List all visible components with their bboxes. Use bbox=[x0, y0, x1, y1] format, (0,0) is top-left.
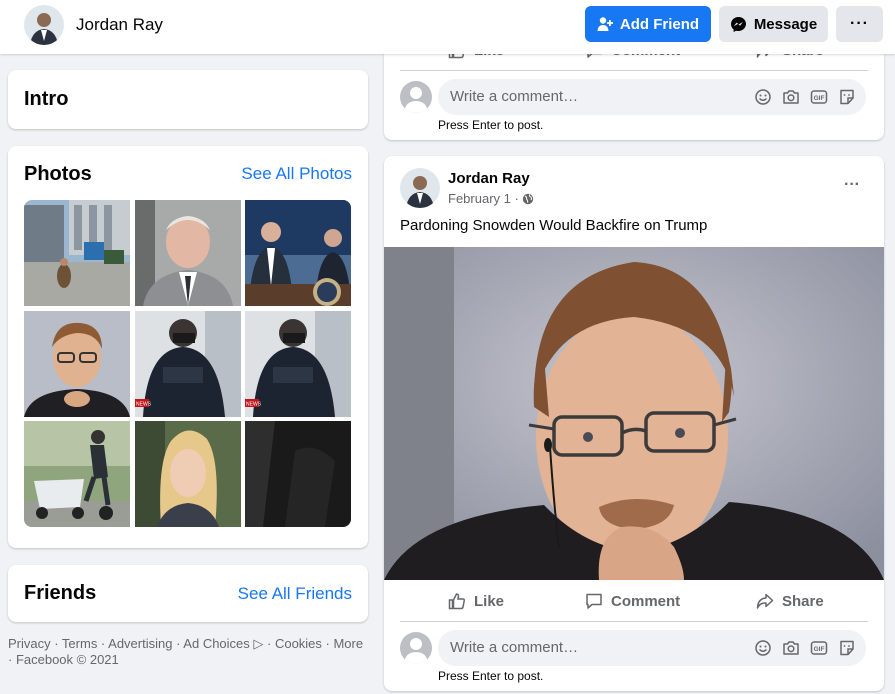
photo-thumbnail-9[interactable] bbox=[245, 421, 351, 527]
globe-icon bbox=[522, 193, 534, 205]
profile-avatar[interactable] bbox=[24, 5, 64, 45]
sticker-icon[interactable] bbox=[838, 639, 856, 657]
share-icon bbox=[756, 593, 774, 609]
emoji-icon[interactable] bbox=[754, 88, 772, 106]
sticker-icon[interactable] bbox=[838, 88, 856, 106]
see-all-photos-link[interactable]: See All Photos bbox=[241, 164, 352, 184]
photo-thumbnail-2[interactable] bbox=[135, 200, 241, 306]
post-share-button[interactable]: Share bbox=[756, 592, 824, 610]
camera-icon[interactable] bbox=[782, 88, 800, 106]
post-author-name[interactable]: Jordan Ray bbox=[448, 170, 530, 187]
photo-thumbnail-5[interactable]: NEWS bbox=[135, 311, 241, 417]
add-friend-icon bbox=[597, 17, 613, 31]
photo-thumbnail-6[interactable]: NEWS bbox=[245, 311, 351, 417]
post-like-label: Like bbox=[474, 592, 505, 610]
add-friend-button[interactable]: Add Friend bbox=[585, 6, 711, 42]
post-author-avatar[interactable] bbox=[400, 168, 440, 208]
photo-thumbnail-4[interactable] bbox=[24, 311, 130, 417]
commenter-avatar bbox=[400, 81, 432, 113]
gif-icon[interactable]: GIF bbox=[810, 639, 828, 657]
commenter-avatar bbox=[400, 632, 432, 664]
news-badge: NEWS bbox=[136, 402, 152, 408]
gif-label: GIF bbox=[814, 95, 825, 102]
profile-name: Jordan Ray bbox=[76, 15, 163, 34]
press-enter-hint: Press Enter to post. bbox=[438, 118, 544, 132]
photo-thumbnail-8[interactable] bbox=[135, 421, 241, 527]
post-comment-input[interactable]: Write a comment… GIF bbox=[438, 630, 866, 666]
add-friend-label: Add Friend bbox=[619, 15, 700, 33]
post-share-label: Share bbox=[782, 592, 824, 610]
message-button[interactable]: Message bbox=[719, 6, 828, 42]
post-card: Jordan Ray February 1 · ··· Pardoning Sn… bbox=[384, 156, 884, 691]
profile-header-bar: Jordan Ray Add Friend Message ··· bbox=[0, 0, 895, 54]
friends-title: Friends bbox=[24, 582, 97, 604]
comment-placeholder: Write a comment… bbox=[450, 88, 579, 105]
camera-icon[interactable] bbox=[782, 639, 800, 657]
photo-thumbnail-1[interactable] bbox=[24, 200, 130, 306]
like-icon bbox=[448, 593, 465, 610]
post-date[interactable]: February 1 · bbox=[448, 191, 519, 206]
comment-icon bbox=[586, 593, 602, 609]
photos-card: Photos See All Photos NEWS NEWS bbox=[8, 146, 368, 548]
comment-input[interactable]: Write a comment… GIF bbox=[438, 79, 866, 115]
photo-thumbnail-7[interactable] bbox=[24, 421, 130, 527]
footer-links[interactable]: Privacy · Terms · Advertising · Ad Choic… bbox=[8, 636, 368, 668]
post-like-button[interactable]: Like bbox=[448, 592, 504, 610]
messenger-icon bbox=[730, 16, 746, 32]
post-actions-divider bbox=[400, 621, 868, 622]
news-badge: NEWS bbox=[246, 402, 262, 408]
press-enter-hint: Press Enter to post. bbox=[438, 669, 544, 683]
comment-placeholder: Write a comment… bbox=[450, 639, 579, 656]
message-label: Message bbox=[753, 15, 818, 33]
gif-icon[interactable]: GIF bbox=[810, 88, 828, 106]
photo-thumbnail-3[interactable] bbox=[245, 200, 351, 306]
friends-card: Friends See All Friends bbox=[8, 565, 368, 622]
more-options-button[interactable]: ··· bbox=[836, 6, 883, 42]
intro-title: Intro bbox=[24, 88, 69, 110]
post-comment-button[interactable]: Comment bbox=[585, 592, 680, 610]
photos-title: Photos bbox=[24, 163, 92, 185]
post-image[interactable] bbox=[384, 247, 884, 580]
post-text: Pardoning Snowden Would Backfire on Trum… bbox=[400, 217, 708, 234]
emoji-icon[interactable] bbox=[754, 639, 772, 657]
intro-card: Intro bbox=[8, 70, 368, 129]
post-comment-label: Comment bbox=[611, 592, 681, 610]
post-menu-button[interactable]: ··· bbox=[844, 176, 860, 194]
previous-post-divider bbox=[400, 70, 868, 71]
see-all-friends-link[interactable]: See All Friends bbox=[238, 584, 352, 604]
gif-label: GIF bbox=[814, 646, 825, 653]
